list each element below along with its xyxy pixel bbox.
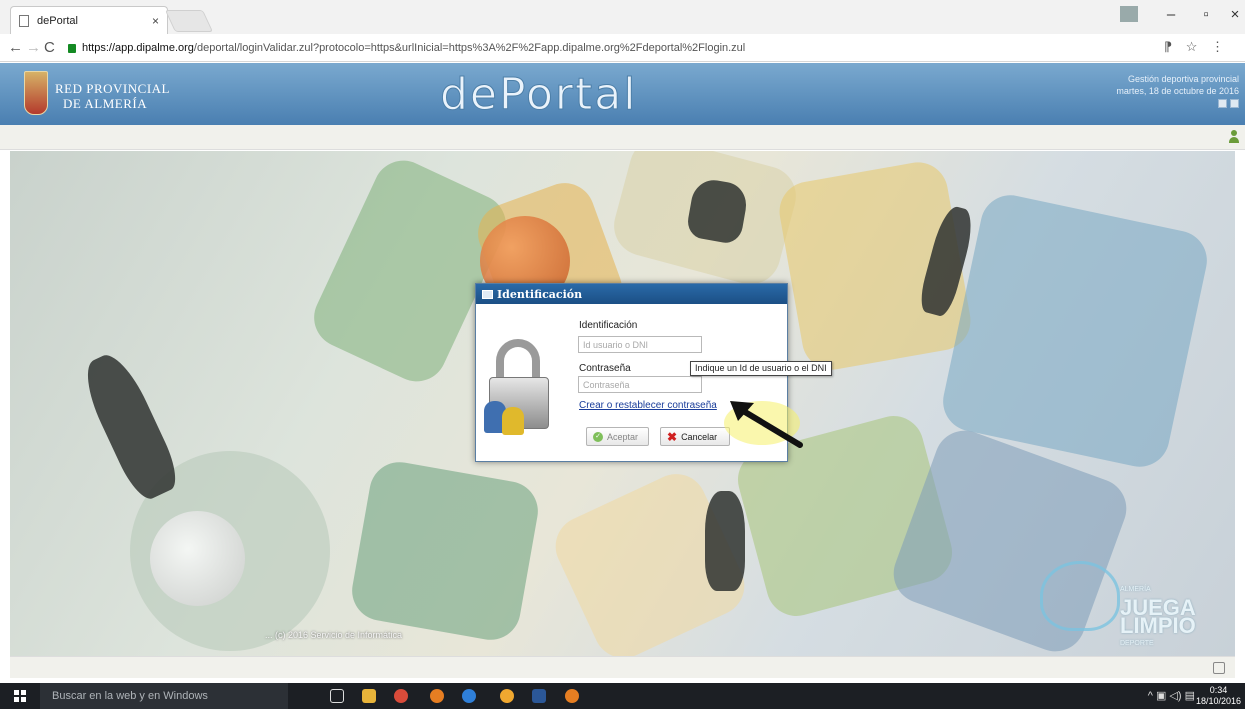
- task-view-icon[interactable]: [330, 689, 344, 703]
- page-icon[interactable]: [1213, 662, 1225, 674]
- firefox-icon[interactable]: [430, 689, 444, 703]
- organization-name: RED PROVINCIAL DE ALMERÍA: [55, 81, 170, 111]
- system-tray[interactable]: ^ ▣ ◁) ▤: [1148, 689, 1195, 702]
- back-button[interactable]: ←: [8, 39, 23, 56]
- user-profile-icon[interactable]: [1120, 6, 1138, 22]
- header-subtitle: Gestión deportiva provincial: [1127, 74, 1239, 84]
- window-icon[interactable]: [1230, 99, 1239, 108]
- province-crest-logo: [24, 71, 48, 115]
- page-icon: [19, 14, 29, 27]
- clock-date: 18/10/2016: [1195, 696, 1241, 706]
- accept-label: Aceptar: [607, 431, 639, 442]
- url-text[interactable]: https://app.dipalme.org/deportal/loginVa…: [82, 42, 745, 54]
- pointer-arrow-annotation: [724, 401, 803, 448]
- maximize-button[interactable]: ▫: [1193, 6, 1219, 23]
- background-tile: [937, 189, 1213, 473]
- file-explorer-icon[interactable]: [362, 689, 376, 703]
- reload-button[interactable]: C: [44, 39, 55, 56]
- browser-toolbar: ← → C https://app.dipalme.org/deportal/l…: [0, 34, 1245, 62]
- user-id-tooltip: Indique un Id de usuario o el DNI: [690, 361, 832, 376]
- org-line-1: RED PROVINCIAL: [55, 81, 170, 96]
- browser-tab-bar: dePortal × – ▫ ×: [0, 0, 1245, 34]
- app-title: dePortal: [440, 69, 638, 121]
- copyright-text: ... (c) 2016 Servicio de Informática: [265, 630, 403, 640]
- cross-icon: ✖: [667, 429, 678, 444]
- omnibox-actions: ⁋ ☆ ⋮: [1154, 39, 1224, 55]
- app-subbar: [0, 125, 1245, 150]
- url-host: https://app.dipalme.org: [82, 42, 194, 54]
- org-line-2: DE ALMERÍA: [63, 96, 148, 111]
- close-window-button[interactable]: ×: [1222, 6, 1245, 23]
- header-info: Gestión deportiva provincial martes, 18 …: [1116, 73, 1239, 111]
- tab-close-icon[interactable]: ×: [152, 14, 159, 28]
- clock-time: 0:34: [1209, 685, 1228, 695]
- taskbar-search-box[interactable]: Buscar en la web y en Windows: [40, 683, 288, 709]
- app-header: RED PROVINCIAL DE ALMERÍA dePortal Gesti…: [0, 63, 1245, 125]
- dialog-window-icon: [482, 289, 493, 299]
- edge-icon[interactable]: [462, 689, 476, 703]
- forward-button[interactable]: →: [26, 39, 41, 56]
- url-path: /deportal/loginValidar.zul?protocolo=htt…: [193, 42, 746, 54]
- header-tools: [1116, 99, 1239, 111]
- lock-icon: [68, 43, 76, 53]
- hiker-silhouette: [705, 491, 745, 591]
- extension-icon[interactable]: ⁋: [1164, 39, 1172, 54]
- header-date: martes, 18 de octubre de 2016: [1116, 86, 1239, 96]
- user-id-input[interactable]: [578, 336, 702, 353]
- juega-limpio-logo: ALMERÍA JUEGA LIMPIO DEPORTE: [1120, 581, 1196, 653]
- app-footer-bar: [10, 656, 1235, 678]
- firefox-icon[interactable]: [565, 689, 579, 703]
- user-id-label: Identificación: [579, 320, 638, 331]
- check-icon: ✓: [593, 431, 603, 442]
- new-tab-button[interactable]: [164, 10, 214, 32]
- windows-start-icon[interactable]: [14, 690, 26, 702]
- app-icon[interactable]: [500, 689, 514, 703]
- word-icon[interactable]: [532, 689, 546, 703]
- brand-line-2: LIMPIO: [1120, 613, 1196, 638]
- taskbar-clock[interactable]: 0:34 18/10/2016: [1196, 685, 1241, 707]
- tab-title: dePortal: [37, 14, 78, 27]
- cancel-button[interactable]: ✖ Cancelar: [660, 427, 730, 446]
- address-bar[interactable]: https://app.dipalme.org/deportal/loginVa…: [64, 37, 1224, 59]
- soccer-ball-image: [150, 511, 245, 606]
- windows-taskbar: Buscar en la web y en Windows ^ ▣ ◁) ▤ 0…: [0, 683, 1245, 709]
- user-icon[interactable]: [1229, 130, 1239, 143]
- padlock-users-icon: [484, 339, 556, 435]
- dialog-title: Identificación: [497, 287, 583, 301]
- cancel-label: Cancelar: [681, 431, 718, 442]
- accept-button[interactable]: ✓ Aceptar: [586, 427, 649, 446]
- browser-tab[interactable]: dePortal ×: [10, 6, 168, 34]
- menu-icon[interactable]: ⋮: [1211, 39, 1224, 54]
- flag-icon[interactable]: [1218, 99, 1227, 108]
- juega-limpio-heart-logo: [1040, 561, 1120, 631]
- bookmark-star-icon[interactable]: ☆: [1186, 39, 1198, 54]
- background-tile: [347, 457, 543, 645]
- badminton-player-silhouette: [75, 347, 185, 505]
- password-input[interactable]: [578, 376, 702, 393]
- chrome-icon[interactable]: [394, 689, 408, 703]
- reset-password-link[interactable]: Crear o restablecer contraseña: [579, 400, 717, 411]
- minimize-button[interactable]: –: [1158, 6, 1184, 23]
- password-label: Contraseña: [579, 363, 631, 374]
- dialog-titlebar: Identificación: [476, 284, 787, 304]
